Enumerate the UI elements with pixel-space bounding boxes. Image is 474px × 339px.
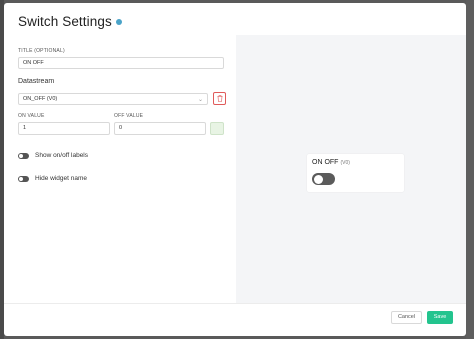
title-field-label: TITLE (OPTIONAL) xyxy=(18,48,65,54)
on-value-input[interactable]: 1 xyxy=(18,122,110,135)
datastream-label: Datastream xyxy=(18,78,55,85)
title-input[interactable]: ON OFF xyxy=(18,57,224,69)
widget-title-text: ON OFF xyxy=(312,159,339,166)
on-value-label: ON VALUE xyxy=(18,113,45,119)
widget-title: ON OFF (V0) xyxy=(312,159,350,166)
trash-icon xyxy=(217,95,222,102)
save-button[interactable]: Save xyxy=(427,311,453,324)
hide-name-row[interactable]: Hide widget name xyxy=(18,175,87,182)
show-labels-row[interactable]: Show on/off labels xyxy=(18,152,88,159)
color-picker-swatch[interactable] xyxy=(210,122,224,135)
modal-title: Switch Settings xyxy=(18,14,112,29)
off-value-label: OFF VALUE xyxy=(114,113,144,119)
preview-switch-toggle[interactable] xyxy=(312,173,335,185)
hide-name-text: Hide widget name xyxy=(35,175,88,182)
chevron-down-icon: ⌄ xyxy=(197,97,203,103)
info-icon[interactable] xyxy=(115,18,122,25)
delete-datastream-button[interactable] xyxy=(213,92,226,105)
show-labels-toggle[interactable] xyxy=(18,152,29,159)
hide-name-toggle[interactable] xyxy=(18,175,29,182)
modal-title-row: Switch Settings xyxy=(18,14,122,29)
datastream-select-value: ON_OFF (V0) xyxy=(23,96,58,102)
show-labels-text: Show on/off labels xyxy=(35,152,88,159)
backdrop-right[interactable] xyxy=(466,0,474,339)
cancel-button[interactable]: Cancel xyxy=(391,311,422,324)
footer-divider xyxy=(4,303,466,304)
widget-datastream: (V0) xyxy=(340,160,350,166)
widget-preview-pane: ON OFF (V0) xyxy=(236,35,466,303)
datastream-select[interactable]: ON_OFF (V0) ⌄ xyxy=(18,93,208,105)
off-value-input[interactable]: 0 xyxy=(114,122,206,135)
switch-settings-modal: Switch Settings TITLE (OPTIONAL) ON OFF … xyxy=(4,3,466,336)
switch-widget-preview: ON OFF (V0) xyxy=(307,154,404,192)
